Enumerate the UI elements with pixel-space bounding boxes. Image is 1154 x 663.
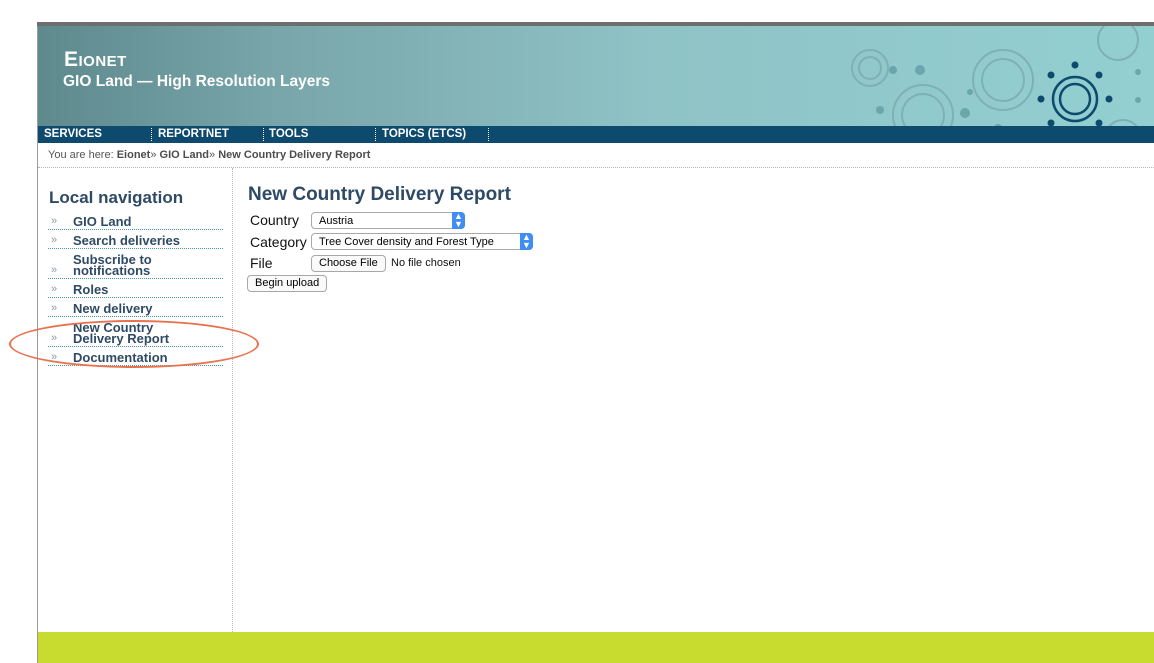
lnav-item-label: New delivery xyxy=(73,301,153,316)
breadcrumb-eionet[interactable]: Eionet xyxy=(117,149,151,161)
breadcrumb-separator: » xyxy=(209,149,216,161)
breadcrumb-separator: » xyxy=(150,149,157,161)
lnav-label-line2: notifications xyxy=(73,263,151,278)
breadcrumb-divider xyxy=(38,167,1154,168)
header-banner: Eionet GIO Land — High Resolution Layers xyxy=(38,26,1154,126)
bullet-icon: » xyxy=(51,264,58,276)
lnav-item-search-deliveries[interactable]: » Search deliveries xyxy=(48,230,223,249)
category-select[interactable]: Tree Cover density and Forest Type ▲ ▼ xyxy=(311,233,533,250)
nav-tools[interactable]: TOOLS xyxy=(263,127,308,142)
local-navigation-title: Local navigation xyxy=(49,188,184,207)
lnav-item-label: Search deliveries xyxy=(73,233,180,248)
footer-bar xyxy=(38,632,1154,663)
decorative-circles-icon xyxy=(851,26,1141,126)
choose-file-button[interactable]: Choose File xyxy=(311,255,386,272)
nav-topics[interactable]: TOPICS (ETCS) xyxy=(376,127,466,142)
lnav-item-label: GIO Land xyxy=(73,214,132,229)
category-select-value: Tree Cover density and Forest Type xyxy=(319,236,494,248)
lnav-item-label: Subscribe to notifications xyxy=(73,251,223,277)
bullet-icon: » xyxy=(51,234,58,246)
breadcrumb-prefix: You are here: xyxy=(48,149,114,161)
begin-upload-button[interactable]: Begin upload xyxy=(247,275,328,292)
breadcrumb-current: New Country Delivery Report xyxy=(218,149,371,161)
country-label: Country xyxy=(250,212,300,228)
select-arrows-icon: ▲ ▼ xyxy=(520,233,533,250)
nav-services[interactable]: SERVICES xyxy=(38,127,102,142)
lnav-item-label: Roles xyxy=(73,282,109,297)
bullet-icon: » xyxy=(51,215,58,227)
page-title: New Country Delivery Report xyxy=(248,184,511,205)
site-subtitle: GIO Land — High Resolution Layers xyxy=(63,73,330,90)
select-arrows-icon: ▲ ▼ xyxy=(452,212,465,229)
country-select-value: Austria xyxy=(319,215,354,227)
bullet-icon: » xyxy=(51,283,58,295)
nav-separator xyxy=(488,128,489,141)
top-navigation: SERVICES REPORTNET TOOLS TOPICS (ETCS) xyxy=(38,126,1154,143)
nav-reportnet[interactable]: REPORTNET xyxy=(152,127,229,142)
breadcrumb-gio-land[interactable]: GIO Land xyxy=(160,149,210,161)
lnav-item-new-delivery[interactable]: » New delivery xyxy=(48,298,223,317)
lnav-item-roles[interactable]: » Roles xyxy=(48,279,223,298)
sidebar-divider xyxy=(232,168,233,632)
lnav-item-subscribe[interactable]: » Subscribe to notifications xyxy=(48,249,223,279)
breadcrumb: You are here: Eionet» GIO Land» New Coun… xyxy=(48,149,370,161)
category-label: Category xyxy=(250,234,307,250)
file-status-text: No file chosen xyxy=(391,257,461,269)
bullet-icon: » xyxy=(51,302,58,314)
brand-logo[interactable]: Eionet xyxy=(64,48,127,72)
file-label: File xyxy=(250,255,273,271)
country-select[interactable]: Austria ▲ ▼ xyxy=(311,212,465,229)
annotation-highlight-ellipse xyxy=(9,320,259,368)
lnav-item-gio-land[interactable]: » GIO Land xyxy=(48,211,223,230)
